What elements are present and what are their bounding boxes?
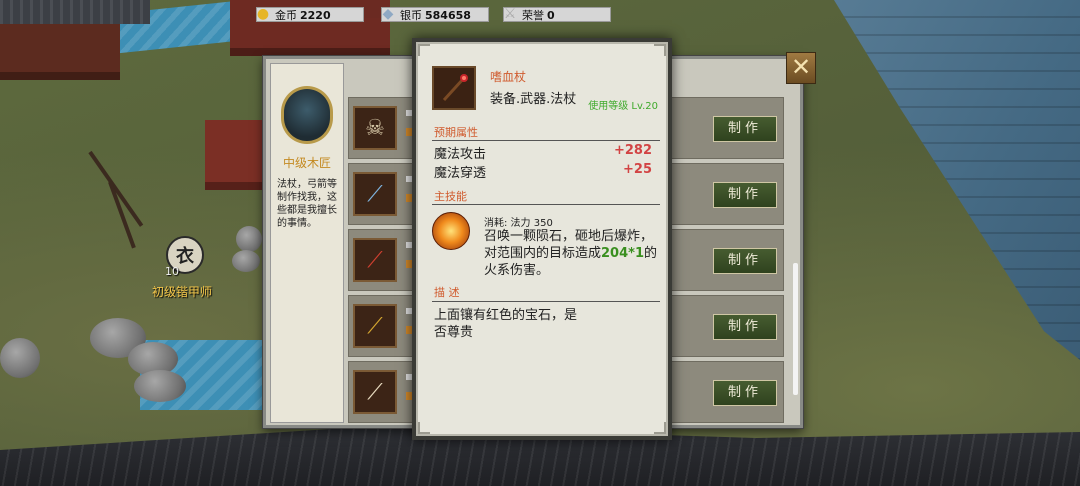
attributes-title: 预期属性 — [434, 126, 478, 139]
item-type: 装备.武器.法杖 — [490, 92, 577, 107]
rock — [232, 250, 260, 272]
divider — [432, 204, 660, 205]
gold-coin-icon: ● — [256, 6, 270, 22]
rock — [134, 370, 186, 402]
skill-damage: 204*1 — [601, 246, 644, 261]
meteor-skill-icon — [432, 212, 470, 250]
blue-orb-staff-icon[interactable]: ⟋ — [353, 172, 397, 216]
gold-value: 2220 — [300, 9, 331, 22]
item-detail-content: 嗜血杖 装备.武器.法杖 使用等级 Lv.20 预期属性 魔法攻击 +282 魔… — [426, 48, 660, 430]
stat-value: +282 — [613, 143, 652, 158]
skill-description: 召唤一颗陨石，砸地后爆炸，对范围内的目标造成204*1的火系伤害。 — [484, 228, 662, 279]
list-scrollbar[interactable] — [793, 263, 798, 395]
item-description: 上面镶有红色的宝石，是 否尊贵 — [434, 308, 578, 340]
silver-coin-icon: ◆ — [382, 6, 394, 22]
craft-button[interactable]: 制作 — [713, 314, 777, 340]
stall — [205, 120, 265, 190]
silver-value: 584658 — [425, 9, 471, 22]
craftsman-portrait — [281, 86, 333, 144]
npc-name-label[interactable]: 初级锴甲师 — [152, 283, 212, 300]
staff-icon — [432, 66, 476, 110]
craftsman-info: 中级木匠 法杖，弓箭等 制作找我，这 些都是我擅长 的事情。 — [270, 63, 344, 423]
honor-currency: ⚔ 荣誉 0 — [503, 6, 611, 22]
close-icon[interactable]: ✕ — [786, 52, 816, 84]
silver-label: 银币 — [400, 9, 422, 22]
skill-title: 主技能 — [434, 190, 467, 203]
item-detail-popup: 嗜血杖 装备.武器.法杖 使用等级 Lv.20 预期属性 魔法攻击 +282 魔… — [412, 38, 672, 440]
golden-staff-icon[interactable]: ⟋ — [353, 304, 397, 348]
gold-currency: ● 金币 2220 — [256, 6, 364, 22]
craft-button[interactable]: 制作 — [713, 248, 777, 274]
craft-button[interactable]: 制作 — [713, 116, 777, 142]
pavilion-roof-left — [0, 0, 150, 24]
craftsman-title: 中级木匠 — [282, 156, 331, 170]
honor-sword-icon: ⚔ — [503, 6, 517, 22]
divider — [432, 140, 660, 141]
stat-name: 魔法穿透 — [434, 166, 487, 181]
craft-button[interactable]: 制作 — [713, 182, 777, 208]
red-gem-staff-icon[interactable]: ⟋ — [353, 238, 397, 282]
honor-value: 0 — [547, 9, 555, 22]
rock — [0, 338, 40, 378]
craftsman-description: 法杖，弓箭等 制作找我，这 些都是我擅长 的事情。 — [277, 179, 337, 229]
required-level: 使用等级 Lv.20 — [588, 101, 658, 112]
npc-level: 10 — [165, 265, 179, 278]
stat-name: 魔法攻击 — [434, 147, 487, 162]
silver-currency: ◆ 银币 584658 — [381, 6, 489, 22]
rock — [236, 226, 262, 252]
divider — [432, 301, 660, 302]
scroll-staff-icon[interactable]: ⟋ — [353, 370, 397, 414]
skull-book-icon[interactable]: ☠ — [353, 106, 397, 150]
item-name: 嗜血杖 — [490, 70, 527, 84]
honor-label: 荣誉 — [522, 9, 544, 22]
craft-button[interactable]: 制作 — [713, 380, 777, 406]
gold-label: 金币 — [275, 9, 297, 22]
skill-cost: 消耗: 法力 350 — [484, 218, 553, 229]
description-title: 描 述 — [434, 286, 460, 299]
stat-value: +25 — [623, 162, 652, 177]
